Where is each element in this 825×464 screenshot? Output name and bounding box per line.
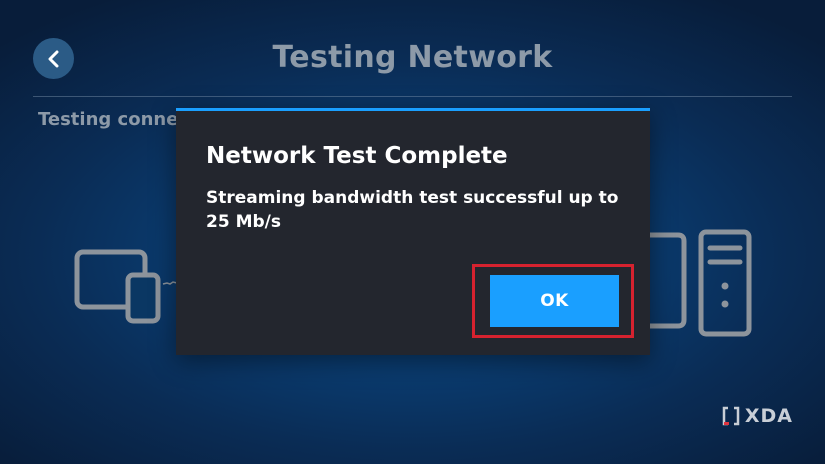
status-text: Testing connec [38,109,190,130]
dialog-title: Network Test Complete [206,143,508,169]
watermark-text: XDA [744,405,793,427]
xda-logo-icon [722,406,740,426]
header-divider [33,96,792,97]
network-test-dialog: Network Test Complete Streaming bandwidt… [176,108,650,355]
watermark: XDA [721,405,793,427]
monitor-tower-icon [648,229,752,337]
page-title: Testing Network [272,40,553,75]
dialog-message: Streaming bandwidth test successful up t… [206,188,619,232]
ok-button[interactable]: OK [490,275,619,327]
monitor-phone-icon [74,249,161,324]
